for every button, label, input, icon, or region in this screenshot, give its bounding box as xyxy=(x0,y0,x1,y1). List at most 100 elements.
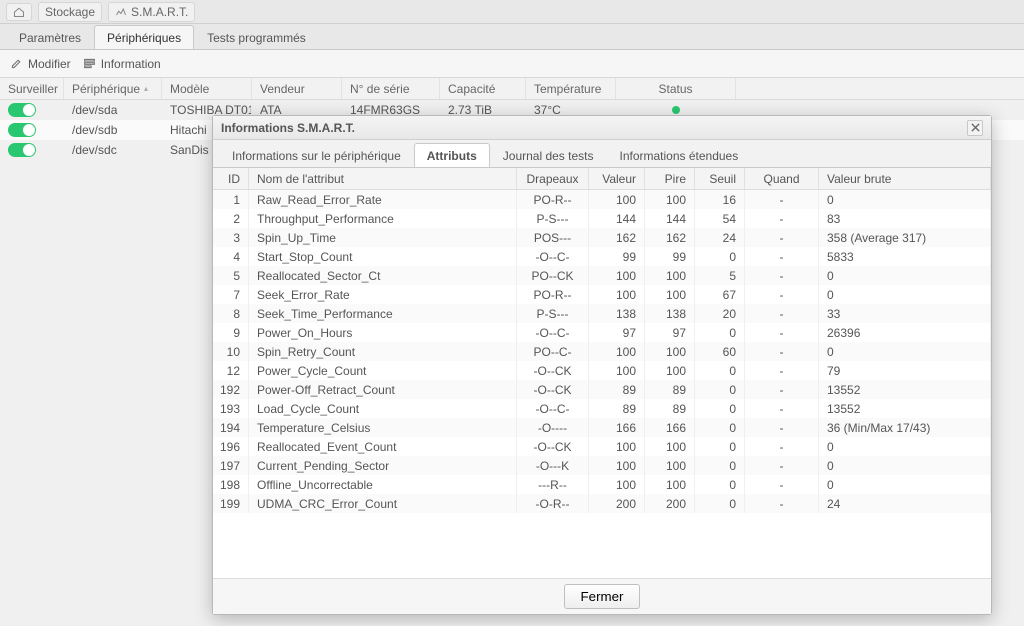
attr-name: Seek_Time_Performance xyxy=(249,304,517,323)
attribute-row[interactable]: 5Reallocated_Sector_CtPO--CK1001005-0 xyxy=(213,266,991,285)
attr-flags: -O---- xyxy=(517,418,589,437)
attr-raw: 0 xyxy=(819,190,991,209)
attr-id: 12 xyxy=(213,361,249,380)
attr-flags: -O--CK xyxy=(517,361,589,380)
col-attr-name[interactable]: Nom de l'attribut xyxy=(249,168,517,189)
attr-raw: 83 xyxy=(819,209,991,228)
attr-worst: 97 xyxy=(645,323,695,342)
col-attr-flags[interactable]: Drapeaux xyxy=(517,168,589,189)
attr-thresh: 0 xyxy=(695,418,745,437)
attr-name: Reallocated_Event_Count xyxy=(249,437,517,456)
tab-device-info[interactable]: Informations sur le périphérique xyxy=(219,143,414,167)
attr-when: - xyxy=(745,285,819,304)
attr-name: Power_On_Hours xyxy=(249,323,517,342)
attribute-row[interactable]: 7Seek_Error_RatePO-R--10010067-0 xyxy=(213,285,991,304)
attr-raw: 33 xyxy=(819,304,991,323)
attr-when: - xyxy=(745,304,819,323)
attr-value: 97 xyxy=(589,323,645,342)
attr-id: 5 xyxy=(213,266,249,285)
attr-name: UDMA_CRC_Error_Count xyxy=(249,494,517,513)
tab-extended-info[interactable]: Informations étendues xyxy=(606,143,751,167)
col-attr-when[interactable]: Quand xyxy=(745,168,819,189)
attr-thresh: 0 xyxy=(695,437,745,456)
attr-flags: P-S--- xyxy=(517,209,589,228)
col-attr-value[interactable]: Valeur xyxy=(589,168,645,189)
attribute-row[interactable]: 196Reallocated_Event_Count-O--CK1001000-… xyxy=(213,437,991,456)
attr-worst: 89 xyxy=(645,380,695,399)
attr-raw: 24 xyxy=(819,494,991,513)
attr-id: 194 xyxy=(213,418,249,437)
attr-flags: -O--C- xyxy=(517,247,589,266)
attr-value: 89 xyxy=(589,380,645,399)
attr-raw: 79 xyxy=(819,361,991,380)
attr-flags: -O--CK xyxy=(517,437,589,456)
attribute-row[interactable]: 194Temperature_Celsius-O----1661660-36 (… xyxy=(213,418,991,437)
attr-thresh: 24 xyxy=(695,228,745,247)
attribute-row[interactable]: 3Spin_Up_TimePOS---16216224-358 (Average… xyxy=(213,228,991,247)
attr-raw: 0 xyxy=(819,285,991,304)
attribute-row[interactable]: 4Start_Stop_Count-O--C-99990-5833 xyxy=(213,247,991,266)
attr-id: 196 xyxy=(213,437,249,456)
attribute-row[interactable]: 12Power_Cycle_Count-O--CK1001000-79 xyxy=(213,361,991,380)
col-attr-raw[interactable]: Valeur brute xyxy=(819,168,991,189)
attr-name: Spin_Retry_Count xyxy=(249,342,517,361)
attr-id: 10 xyxy=(213,342,249,361)
attr-raw: 13552 xyxy=(819,399,991,418)
attr-raw: 36 (Min/Max 17/43) xyxy=(819,418,991,437)
attr-id: 4 xyxy=(213,247,249,266)
attr-flags: PO--C- xyxy=(517,342,589,361)
tab-test-log[interactable]: Journal des tests xyxy=(490,143,607,167)
close-icon[interactable] xyxy=(967,120,983,136)
attr-thresh: 16 xyxy=(695,190,745,209)
attr-thresh: 0 xyxy=(695,323,745,342)
attr-flags: ---R-- xyxy=(517,475,589,494)
attr-value: 100 xyxy=(589,456,645,475)
attr-when: - xyxy=(745,190,819,209)
attribute-row[interactable]: 10Spin_Retry_CountPO--C-10010060-0 xyxy=(213,342,991,361)
attribute-row[interactable]: 1Raw_Read_Error_RatePO-R--10010016-0 xyxy=(213,190,991,209)
attr-worst: 100 xyxy=(645,475,695,494)
attr-value: 138 xyxy=(589,304,645,323)
attr-value: 99 xyxy=(589,247,645,266)
attr-worst: 100 xyxy=(645,342,695,361)
attr-name: Power-Off_Retract_Count xyxy=(249,380,517,399)
attribute-row[interactable]: 9Power_On_Hours-O--C-97970-26396 xyxy=(213,323,991,342)
col-attr-worst[interactable]: Pire xyxy=(645,168,695,189)
attribute-row[interactable]: 2Throughput_PerformanceP-S---14414454-83 xyxy=(213,209,991,228)
attr-id: 193 xyxy=(213,399,249,418)
attr-value: 89 xyxy=(589,399,645,418)
attr-raw: 5833 xyxy=(819,247,991,266)
attribute-row[interactable]: 199UDMA_CRC_Error_Count-O-R--2002000-24 xyxy=(213,494,991,513)
attribute-row[interactable]: 193Load_Cycle_Count-O--C-89890-13552 xyxy=(213,399,991,418)
attr-thresh: 0 xyxy=(695,399,745,418)
attr-thresh: 0 xyxy=(695,494,745,513)
attr-id: 198 xyxy=(213,475,249,494)
attr-name: Reallocated_Sector_Ct xyxy=(249,266,517,285)
attr-worst: 100 xyxy=(645,266,695,285)
attr-thresh: 0 xyxy=(695,456,745,475)
attr-name: Throughput_Performance xyxy=(249,209,517,228)
attr-name: Load_Cycle_Count xyxy=(249,399,517,418)
attr-when: - xyxy=(745,399,819,418)
close-button[interactable]: Fermer xyxy=(564,584,641,609)
modal-title: Informations S.M.A.R.T. xyxy=(221,121,355,135)
attr-when: - xyxy=(745,475,819,494)
modal-titlebar[interactable]: Informations S.M.A.R.T. xyxy=(213,116,991,140)
attribute-row[interactable]: 8Seek_Time_PerformanceP-S---13813820-33 xyxy=(213,304,991,323)
attr-thresh: 60 xyxy=(695,342,745,361)
attr-when: - xyxy=(745,209,819,228)
attr-flags: PO-R-- xyxy=(517,285,589,304)
attribute-row[interactable]: 197Current_Pending_Sector-O---K1001000-0 xyxy=(213,456,991,475)
attribute-row[interactable]: 192Power-Off_Retract_Count-O--CK89890-13… xyxy=(213,380,991,399)
col-attr-thresh[interactable]: Seuil xyxy=(695,168,745,189)
attr-thresh: 20 xyxy=(695,304,745,323)
attr-id: 192 xyxy=(213,380,249,399)
tab-attributes[interactable]: Attributs xyxy=(414,143,490,167)
attr-value: 200 xyxy=(589,494,645,513)
attr-name: Offline_Uncorrectable xyxy=(249,475,517,494)
col-attr-id[interactable]: ID xyxy=(213,168,249,189)
attribute-row[interactable]: 198Offline_Uncorrectable---R--1001000-0 xyxy=(213,475,991,494)
attr-flags: -O--CK xyxy=(517,380,589,399)
attr-name: Raw_Read_Error_Rate xyxy=(249,190,517,209)
attr-thresh: 67 xyxy=(695,285,745,304)
